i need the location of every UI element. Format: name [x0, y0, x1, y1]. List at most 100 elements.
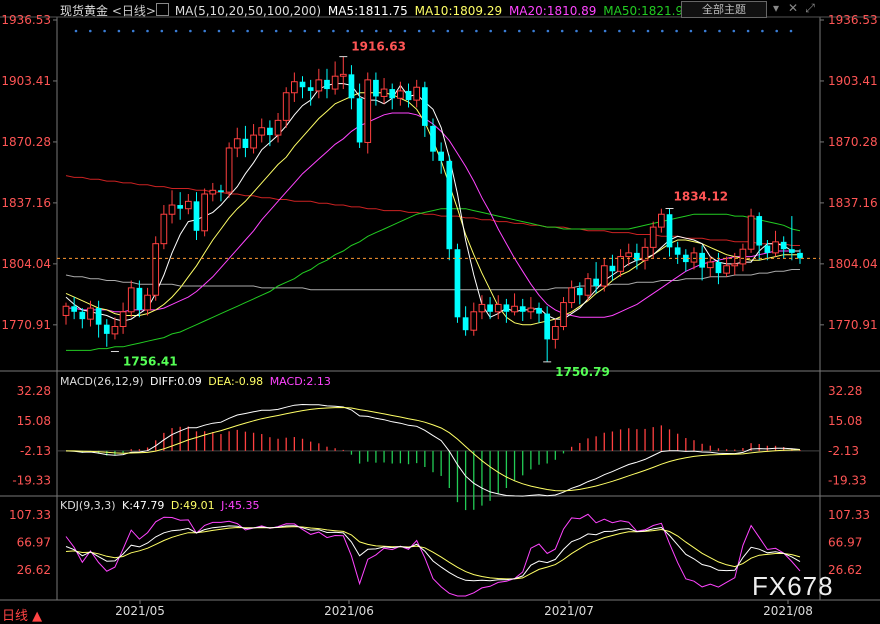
macd-dea: DEA:-0.98 [208, 375, 264, 388]
x-axis-label: 2021/07 [544, 604, 594, 618]
candle-body [649, 226, 657, 248]
kdj-y-label: 66.97 [828, 536, 862, 550]
grid-dot [417, 29, 421, 33]
candle-body [242, 138, 249, 148]
ma5-value: MA5:1811.75 [327, 4, 408, 18]
grid-dot [775, 29, 778, 33]
x-axis-label: 2021/08 [763, 604, 813, 618]
annotation-label: 1750.79 [555, 365, 610, 379]
candle-body [536, 308, 542, 314]
grid-dot [217, 29, 221, 33]
grid-dot [761, 29, 764, 33]
y-tick-label: 1837.16 [1, 196, 51, 210]
grid-dot [475, 29, 478, 33]
grid-dot [618, 29, 621, 33]
chart-canvas[interactable]: 1936.53 1936.53 1903.41 1903.41 1870.28 1870.… [0, 0, 880, 623]
candle-body [690, 252, 698, 263]
candle-body [503, 304, 510, 312]
x-axis-label: 2021/05 [115, 604, 165, 618]
fx678-watermark: FX678 [752, 571, 834, 601]
grid-dot [732, 29, 736, 33]
grid-dot [332, 29, 335, 33]
candle-body [568, 287, 575, 304]
candle-body [119, 311, 127, 328]
candle-body [797, 252, 803, 259]
grid-dot [89, 29, 92, 33]
candle-body [258, 127, 266, 136]
candle-body [421, 87, 428, 126]
ma100-line [65, 269, 800, 291]
candle-body [315, 79, 323, 92]
candle-body [780, 241, 787, 250]
grid-dot [532, 29, 535, 33]
kdj-k-line [65, 525, 801, 582]
macd-y-label: -2.13 [828, 444, 859, 458]
candle-body [307, 87, 314, 91]
symbol-name: 现货黄金 [60, 4, 109, 18]
candle-body [527, 307, 535, 313]
grid-dot [518, 29, 521, 33]
y-tick-label: 1903.41 [828, 74, 878, 88]
ma50-value: MA50:1821.9 [603, 4, 684, 18]
macd-y-label: 32.28 [17, 384, 51, 398]
expand-icon[interactable]: ⤢ [803, 1, 817, 16]
y-tick-label: 1770.91 [1, 318, 51, 332]
chevron-down-icon[interactable]: ▾ [769, 1, 783, 16]
ma10-value: MA10:1809.29 [414, 4, 503, 18]
candle-body [487, 304, 493, 312]
candle-body [177, 205, 184, 209]
y-tick-label: 1870.28 [1, 135, 51, 149]
y-tick-label: 1936.53 [1, 13, 51, 27]
ma-settings-icon[interactable] [156, 3, 169, 16]
candle-body [413, 86, 421, 101]
candle-body [438, 151, 445, 161]
macd-y-label: -19.33 [12, 474, 51, 488]
symbol-title: 现货黄金 <日线> [60, 2, 156, 19]
grid-dot [346, 29, 350, 33]
grid-dot [117, 29, 121, 33]
candle-body [193, 201, 200, 231]
kdj-y-label: 26.62 [17, 563, 51, 577]
grid-dot [103, 29, 106, 33]
candle-body [209, 189, 217, 195]
candle-body [339, 73, 347, 77]
grid-dot [260, 29, 264, 33]
candle-body [739, 248, 747, 265]
macd-y-label: 32.28 [828, 384, 862, 398]
ma50-line [66, 208, 801, 351]
grid-dot [661, 29, 664, 33]
grid-dot [632, 29, 635, 33]
candle-body [454, 249, 461, 318]
kdj-j-line [65, 513, 801, 597]
candle-body [731, 263, 739, 267]
grid-dot [317, 29, 321, 33]
macd-y-label: 15.08 [17, 414, 51, 428]
grid-dot [146, 29, 149, 33]
grid-dot [432, 29, 435, 33]
candle-body [699, 252, 705, 268]
candle-body [103, 324, 110, 334]
grid-dot [789, 29, 793, 33]
grid-dot [503, 29, 507, 33]
candle-body [430, 125, 436, 152]
top-grid-dots [74, 29, 793, 33]
grid-dot [489, 29, 493, 33]
main-indicator-select[interactable]: 全部主题 [681, 1, 767, 18]
candle-body [274, 119, 282, 136]
candle-body [715, 262, 722, 274]
kdj-params: KDJ(9,3,3) [60, 499, 116, 512]
candle-body [747, 215, 755, 250]
period-tab[interactable]: 日线 ▲ [2, 605, 42, 624]
close-icon[interactable]: ✕ [786, 1, 800, 16]
macd-diff-line [65, 403, 801, 497]
candle-body [373, 79, 379, 97]
candle-body [356, 98, 363, 143]
macd-legend: MACD(26,12,9) DIFF:0.09 DEA:-0.98 MACD:2… [60, 375, 331, 388]
macd-y-label: 15.08 [828, 414, 862, 428]
candle-body [299, 81, 306, 88]
candle-body [560, 302, 567, 328]
grid-dot [675, 29, 678, 33]
kdj-d-line [65, 526, 801, 580]
grid-dot [303, 29, 307, 33]
y-tick-label: 1770.91 [828, 318, 878, 332]
